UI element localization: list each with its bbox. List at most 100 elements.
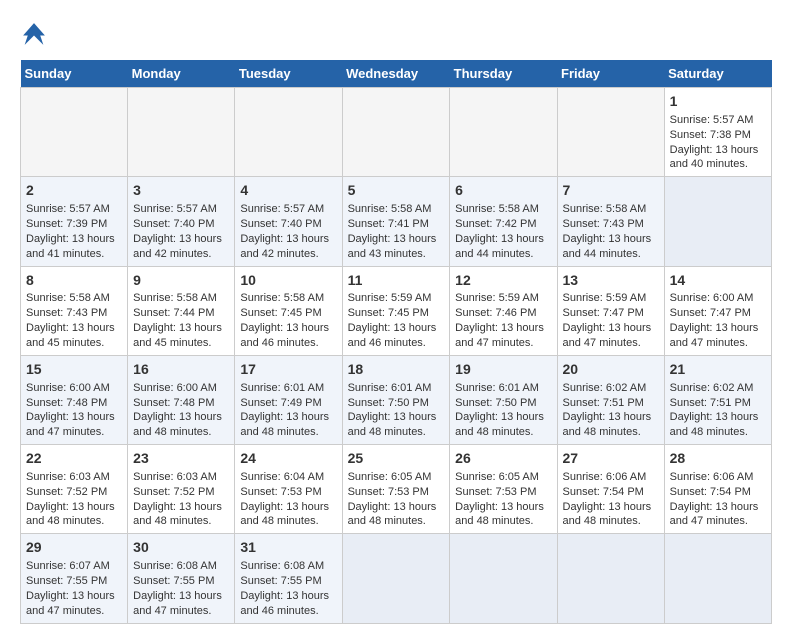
calendar-cell: [450, 534, 557, 623]
day-number: 1: [670, 92, 766, 111]
day-header-saturday: Saturday: [664, 60, 771, 88]
calendar-cell: [557, 88, 664, 177]
day-number: 7: [563, 181, 659, 200]
calendar-cell: 9Sunrise: 5:58 AMSunset: 7:44 PMDaylight…: [128, 266, 235, 355]
day-number: 16: [133, 360, 229, 379]
day-header-thursday: Thursday: [450, 60, 557, 88]
logo: [20, 20, 52, 48]
day-number: 23: [133, 449, 229, 468]
logo-icon: [20, 20, 48, 48]
calendar-cell: 14Sunrise: 6:00 AMSunset: 7:47 PMDayligh…: [664, 266, 771, 355]
day-info: Sunrise: 5:59 AMSunset: 7:46 PMDaylight:…: [455, 291, 551, 350]
day-header-monday: Monday: [128, 60, 235, 88]
day-info: Sunrise: 6:05 AMSunset: 7:53 PMDaylight:…: [455, 470, 551, 529]
day-info: Sunrise: 5:58 AMSunset: 7:41 PMDaylight:…: [348, 202, 445, 261]
day-number: 12: [455, 271, 551, 290]
day-number: 18: [348, 360, 445, 379]
day-number: 5: [348, 181, 445, 200]
day-number: 8: [26, 271, 122, 290]
calendar-week-1: 1 Sunrise: 5:57 AMSunset: 7:38 PMDaylight…: [21, 88, 772, 177]
day-number: 9: [133, 271, 229, 290]
day-number: 4: [240, 181, 336, 200]
day-number: 14: [670, 271, 766, 290]
calendar-cell: 29 Sunrise: 6:07 AMSunset: 7:55 PMDayligh…: [21, 534, 128, 623]
day-number: 6: [455, 181, 551, 200]
day-info: Sunrise: 5:57 AMSunset: 7:39 PMDaylight:…: [26, 202, 122, 261]
calendar-cell: 4 Sunrise: 5:57 AMSunset: 7:40 PMDaylight…: [235, 177, 342, 266]
calendar-cell: 2 Sunrise: 5:57 AMSunset: 7:39 PMDaylight…: [21, 177, 128, 266]
day-info: Sunrise: 6:05 AMSunset: 7:53 PMDaylight:…: [348, 470, 445, 529]
day-info: Sunrise: 6:00 AMSunset: 7:48 PMDaylight:…: [133, 381, 229, 440]
calendar-week-4: 15 Sunrise: 6:00 AMSunset: 7:48 PMDayligh…: [21, 355, 772, 444]
calendar-cell: 13Sunrise: 5:59 AMSunset: 7:47 PMDayligh…: [557, 266, 664, 355]
calendar-cell: [557, 534, 664, 623]
header: [20, 20, 772, 48]
day-number: 30: [133, 538, 229, 557]
day-info: Sunrise: 5:59 AMSunset: 7:45 PMDaylight:…: [348, 291, 445, 350]
calendar-cell: 17 Sunrise: 6:01 AMSunset: 7:49 PMDayligh…: [235, 355, 342, 444]
day-info: Sunrise: 5:57 AMSunset: 7:40 PMDaylight:…: [240, 202, 336, 261]
calendar-cell: 21Sunrise: 6:02 AMSunset: 7:51 PMDayligh…: [664, 355, 771, 444]
calendar-cell: 23 Sunrise: 6:03 AMSunset: 7:52 PMDayligh…: [128, 445, 235, 534]
day-info: Sunrise: 6:01 AMSunset: 7:50 PMDaylight:…: [455, 381, 551, 440]
calendar-cell: 24 Sunrise: 6:04 AMSunset: 7:53 PMDayligh…: [235, 445, 342, 534]
day-info: Sunrise: 6:00 AMSunset: 7:47 PMDaylight:…: [670, 291, 766, 350]
calendar-cell: 25 Sunrise: 6:05 AMSunset: 7:53 PMDayligh…: [342, 445, 450, 534]
day-info: Sunrise: 6:08 AMSunset: 7:55 PMDaylight:…: [133, 559, 229, 618]
calendar-cell: 3Sunrise: 5:57 AMSunset: 7:40 PMDaylight…: [128, 177, 235, 266]
day-number: 25: [348, 449, 445, 468]
day-number: 27: [563, 449, 659, 468]
day-info: Sunrise: 6:08 AMSunset: 7:55 PMDaylight:…: [240, 559, 336, 618]
calendar-week-5: 22 Sunrise: 6:03 AMSunset: 7:52 PMDayligh…: [21, 445, 772, 534]
day-number: 26: [455, 449, 551, 468]
calendar-cell: [450, 88, 557, 177]
day-info: Sunrise: 6:03 AMSunset: 7:52 PMDaylight:…: [133, 470, 229, 529]
calendar-week-2: 2 Sunrise: 5:57 AMSunset: 7:39 PMDaylight…: [21, 177, 772, 266]
day-number: 21: [670, 360, 766, 379]
day-info: Sunrise: 5:58 AMSunset: 7:43 PMDaylight:…: [563, 202, 659, 261]
calendar-cell: 31Sunrise: 6:08 AMSunset: 7:55 PMDayligh…: [235, 534, 342, 623]
calendar-cell: 28 Sunrise: 6:06 AMSunset: 7:54 PMDayligh…: [664, 445, 771, 534]
day-number: 29: [26, 538, 122, 557]
calendar-cell: 6 Sunrise: 5:58 AMSunset: 7:42 PMDaylight…: [450, 177, 557, 266]
calendar-cell: [235, 88, 342, 177]
day-info: Sunrise: 5:58 AMSunset: 7:45 PMDaylight:…: [240, 291, 336, 350]
calendar-cell: 22 Sunrise: 6:03 AMSunset: 7:52 PMDayligh…: [21, 445, 128, 534]
calendar-cell: 5 Sunrise: 5:58 AMSunset: 7:41 PMDaylight…: [342, 177, 450, 266]
day-number: 11: [348, 271, 445, 290]
day-info: Sunrise: 6:07 AMSunset: 7:55 PMDaylight:…: [26, 559, 122, 618]
day-number: 17: [240, 360, 336, 379]
day-number: 28: [670, 449, 766, 468]
calendar-cell: 19 Sunrise: 6:01 AMSunset: 7:50 PMDayligh…: [450, 355, 557, 444]
day-info: Sunrise: 5:57 AMSunset: 7:40 PMDaylight:…: [133, 202, 229, 261]
day-number: 2: [26, 181, 122, 200]
day-header-tuesday: Tuesday: [235, 60, 342, 88]
calendar-header-row: SundayMondayTuesdayWednesdayThursdayFrid…: [21, 60, 772, 88]
calendar-cell: [21, 88, 128, 177]
day-info: Sunrise: 5:58 AMSunset: 7:44 PMDaylight:…: [133, 291, 229, 350]
calendar-cell: 16 Sunrise: 6:00 AMSunset: 7:48 PMDayligh…: [128, 355, 235, 444]
day-number: 19: [455, 360, 551, 379]
calendar-cell: 8Sunrise: 5:58 AMSunset: 7:43 PMDaylight…: [21, 266, 128, 355]
day-info: Sunrise: 6:04 AMSunset: 7:53 PMDaylight:…: [240, 470, 336, 529]
day-info: Sunrise: 6:03 AMSunset: 7:52 PMDaylight:…: [26, 470, 122, 529]
calendar-table: SundayMondayTuesdayWednesdayThursdayFrid…: [20, 60, 772, 624]
day-number: 22: [26, 449, 122, 468]
day-info: Sunrise: 6:06 AMSunset: 7:54 PMDaylight:…: [670, 470, 766, 529]
calendar-cell: 30 Sunrise: 6:08 AMSunset: 7:55 PMDayligh…: [128, 534, 235, 623]
calendar-week-3: 8Sunrise: 5:58 AMSunset: 7:43 PMDaylight…: [21, 266, 772, 355]
calendar-cell: [128, 88, 235, 177]
day-number: 24: [240, 449, 336, 468]
day-info: Sunrise: 6:01 AMSunset: 7:49 PMDaylight:…: [240, 381, 336, 440]
day-info: Sunrise: 6:02 AMSunset: 7:51 PMDaylight:…: [563, 381, 659, 440]
calendar-cell: 15 Sunrise: 6:00 AMSunset: 7:48 PMDayligh…: [21, 355, 128, 444]
day-header-sunday: Sunday: [21, 60, 128, 88]
calendar-cell: [664, 534, 771, 623]
day-number: 13: [563, 271, 659, 290]
day-info: Sunrise: 5:58 AMSunset: 7:42 PMDaylight:…: [455, 202, 551, 261]
day-header-wednesday: Wednesday: [342, 60, 450, 88]
day-number: 15: [26, 360, 122, 379]
calendar-cell: [342, 88, 450, 177]
day-info: Sunrise: 6:00 AMSunset: 7:48 PMDaylight:…: [26, 381, 122, 440]
day-info: Sunrise: 5:57 AMSunset: 7:38 PMDaylight:…: [670, 113, 766, 172]
